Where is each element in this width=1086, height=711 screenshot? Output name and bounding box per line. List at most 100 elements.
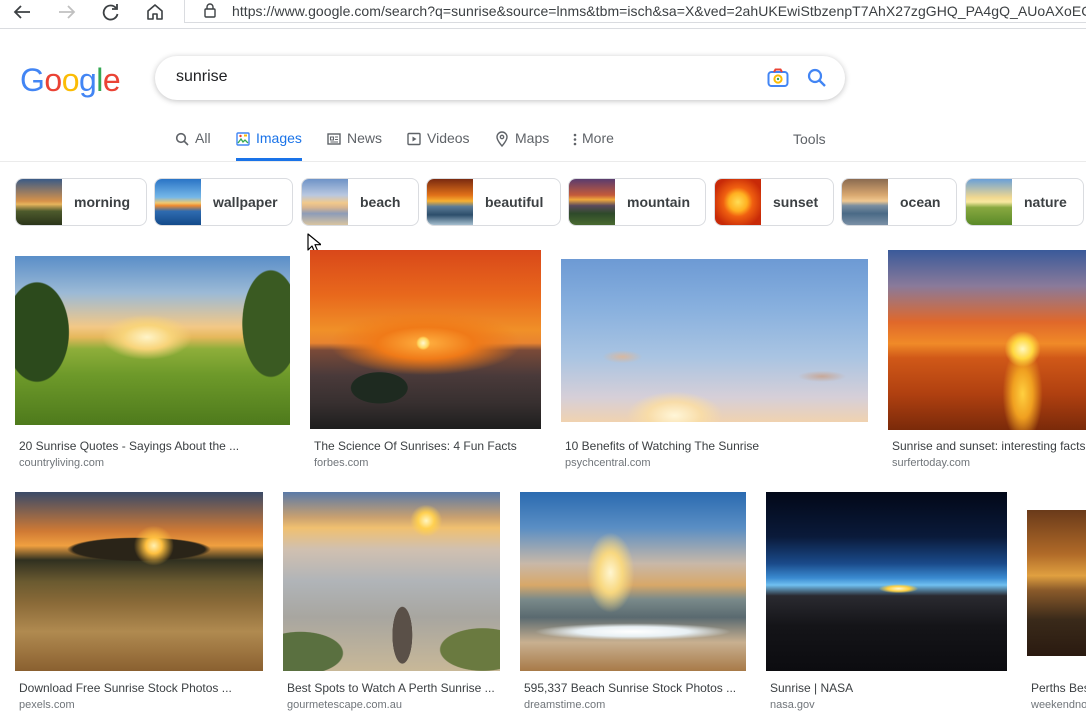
chip-sunset[interactable]: sunset bbox=[714, 178, 834, 226]
search-icon bbox=[175, 132, 189, 146]
chip-label: beautiful bbox=[485, 194, 544, 210]
tab-all[interactable]: All bbox=[175, 130, 211, 160]
chip-label: wallpaper bbox=[213, 194, 278, 210]
address-bar[interactable]: https://www.google.com/search?q=sunrise&… bbox=[184, 0, 1086, 23]
result-title[interactable]: 595,337 Beach Sunrise Stock Photos ... bbox=[524, 681, 746, 695]
result-source[interactable]: dreamstime.com bbox=[524, 699, 746, 711]
reload-button[interactable] bbox=[99, 1, 123, 23]
chip-label: beach bbox=[360, 194, 401, 210]
search-button[interactable] bbox=[806, 67, 828, 94]
tab-maps[interactable]: Maps bbox=[495, 130, 549, 160]
tab-videos-label: Videos bbox=[427, 130, 470, 146]
camera-icon bbox=[767, 68, 789, 87]
home-button[interactable] bbox=[143, 1, 167, 23]
result-image[interactable] bbox=[561, 259, 868, 422]
chip-thumbnail bbox=[16, 179, 62, 225]
tab-all-label: All bbox=[195, 130, 211, 146]
chip-nature[interactable]: nature bbox=[965, 178, 1084, 226]
result-source[interactable]: weekendnotes.com bbox=[1031, 699, 1086, 711]
result-source[interactable]: pexels.com bbox=[19, 699, 263, 711]
result-title[interactable]: Perths Best bbox=[1031, 681, 1086, 695]
back-button[interactable] bbox=[10, 1, 34, 23]
tab-images[interactable]: Images bbox=[236, 130, 302, 161]
google-logo[interactable]: Google bbox=[20, 62, 121, 98]
tab-more[interactable]: More bbox=[572, 130, 614, 160]
image-result[interactable]: 595,337 Beach Sunrise Stock Photos ... d… bbox=[520, 492, 746, 711]
chip-mountain[interactable]: mountain bbox=[568, 178, 706, 226]
search-input[interactable]: sunrise bbox=[176, 68, 228, 86]
lock-icon[interactable] bbox=[203, 2, 217, 18]
image-result[interactable]: The Science Of Sunrises: 4 Fun Facts for… bbox=[310, 250, 541, 476]
image-result[interactable]: Download Free Sunrise Stock Photos ... p… bbox=[15, 492, 263, 711]
chip-thumbnail bbox=[966, 179, 1012, 225]
chip-thumbnail bbox=[569, 179, 615, 225]
logo-letter: g bbox=[78, 62, 97, 98]
play-icon bbox=[407, 132, 421, 146]
chip-label: nature bbox=[1024, 194, 1067, 210]
chip-thumbnail bbox=[302, 179, 348, 225]
chip-label: mountain bbox=[627, 194, 690, 210]
tab-images-label: Images bbox=[256, 130, 302, 146]
browser-toolbar: https://www.google.com/search?q=sunrise&… bbox=[0, 0, 1086, 29]
image-result[interactable]: Best Spots to Watch A Perth Sunrise ... … bbox=[283, 492, 500, 711]
image-result[interactable]: 10 Benefits of Watching The Sunrise psyc… bbox=[561, 259, 868, 476]
result-image[interactable] bbox=[888, 250, 1086, 430]
result-image[interactable] bbox=[15, 492, 263, 671]
result-title[interactable]: 10 Benefits of Watching The Sunrise bbox=[565, 439, 868, 453]
logo-letter: o bbox=[61, 62, 80, 98]
home-icon bbox=[147, 4, 163, 20]
tab-maps-label: Maps bbox=[515, 130, 550, 146]
result-source[interactable]: forbes.com bbox=[314, 457, 541, 469]
result-image[interactable] bbox=[310, 250, 541, 429]
chip-thumbnail bbox=[842, 179, 888, 225]
logo-letter: o bbox=[44, 62, 62, 98]
result-source[interactable]: psychcentral.com bbox=[565, 457, 868, 469]
chip-label: morning bbox=[74, 194, 130, 210]
chip-wallpaper[interactable]: wallpaper bbox=[154, 178, 293, 226]
forward-button[interactable] bbox=[55, 1, 79, 23]
tools-button[interactable]: Tools bbox=[793, 131, 826, 147]
search-icon bbox=[807, 68, 826, 87]
search-tabs: All Images News Videos Maps More Tools bbox=[0, 120, 1086, 162]
logo-letter: l bbox=[96, 62, 103, 98]
result-image[interactable] bbox=[283, 492, 500, 671]
chip-label: sunset bbox=[773, 194, 819, 210]
result-title[interactable]: The Science Of Sunrises: 4 Fun Facts bbox=[314, 439, 541, 453]
result-image[interactable] bbox=[1027, 510, 1086, 656]
result-title[interactable]: Download Free Sunrise Stock Photos ... bbox=[19, 681, 263, 695]
result-image[interactable] bbox=[520, 492, 746, 671]
result-source[interactable]: countryliving.com bbox=[19, 457, 290, 469]
image-result[interactable]: Sunrise and sunset: interesting facts su… bbox=[888, 250, 1086, 476]
chip-morning[interactable]: morning bbox=[15, 178, 147, 226]
result-title[interactable]: Best Spots to Watch A Perth Sunrise ... bbox=[287, 681, 500, 695]
map-pin-icon bbox=[496, 131, 508, 147]
search-box[interactable]: sunrise bbox=[155, 56, 845, 100]
tab-news[interactable]: News bbox=[327, 130, 382, 160]
logo-letter: G bbox=[20, 62, 45, 98]
chip-beach[interactable]: beach bbox=[301, 178, 419, 226]
result-image[interactable] bbox=[766, 492, 1007, 671]
image-result[interactable]: Perths Best weekendnotes.com bbox=[1027, 492, 1086, 711]
result-image[interactable] bbox=[15, 256, 290, 425]
image-result[interactable]: Sunrise | NASA nasa.gov bbox=[766, 492, 1007, 711]
back-arrow-icon bbox=[13, 5, 30, 19]
chip-beautiful[interactable]: beautiful bbox=[426, 178, 561, 226]
forward-arrow-icon bbox=[59, 5, 76, 19]
tab-news-label: News bbox=[347, 130, 383, 146]
result-source[interactable]: gourmetescape.com.au bbox=[287, 699, 500, 711]
result-title[interactable]: 20 Sunrise Quotes - Sayings About the ..… bbox=[19, 439, 290, 453]
url-text[interactable]: https://www.google.com/search?q=sunrise&… bbox=[232, 3, 1086, 19]
tab-more-label: More bbox=[582, 130, 614, 146]
image-result[interactable]: 20 Sunrise Quotes - Sayings About the ..… bbox=[15, 256, 290, 476]
reload-icon bbox=[102, 4, 119, 21]
chip-ocean[interactable]: ocean bbox=[841, 178, 957, 226]
chip-thumbnail bbox=[427, 179, 473, 225]
image-icon bbox=[236, 132, 250, 146]
camera-search-button[interactable] bbox=[767, 68, 789, 93]
result-title[interactable]: Sunrise and sunset: interesting facts bbox=[892, 439, 1086, 453]
result-source[interactable]: nasa.gov bbox=[770, 699, 1007, 711]
news-icon bbox=[327, 133, 341, 145]
result-source[interactable]: surfertoday.com bbox=[892, 457, 1086, 469]
result-title[interactable]: Sunrise | NASA bbox=[770, 681, 1007, 695]
tab-videos[interactable]: Videos bbox=[407, 130, 470, 160]
